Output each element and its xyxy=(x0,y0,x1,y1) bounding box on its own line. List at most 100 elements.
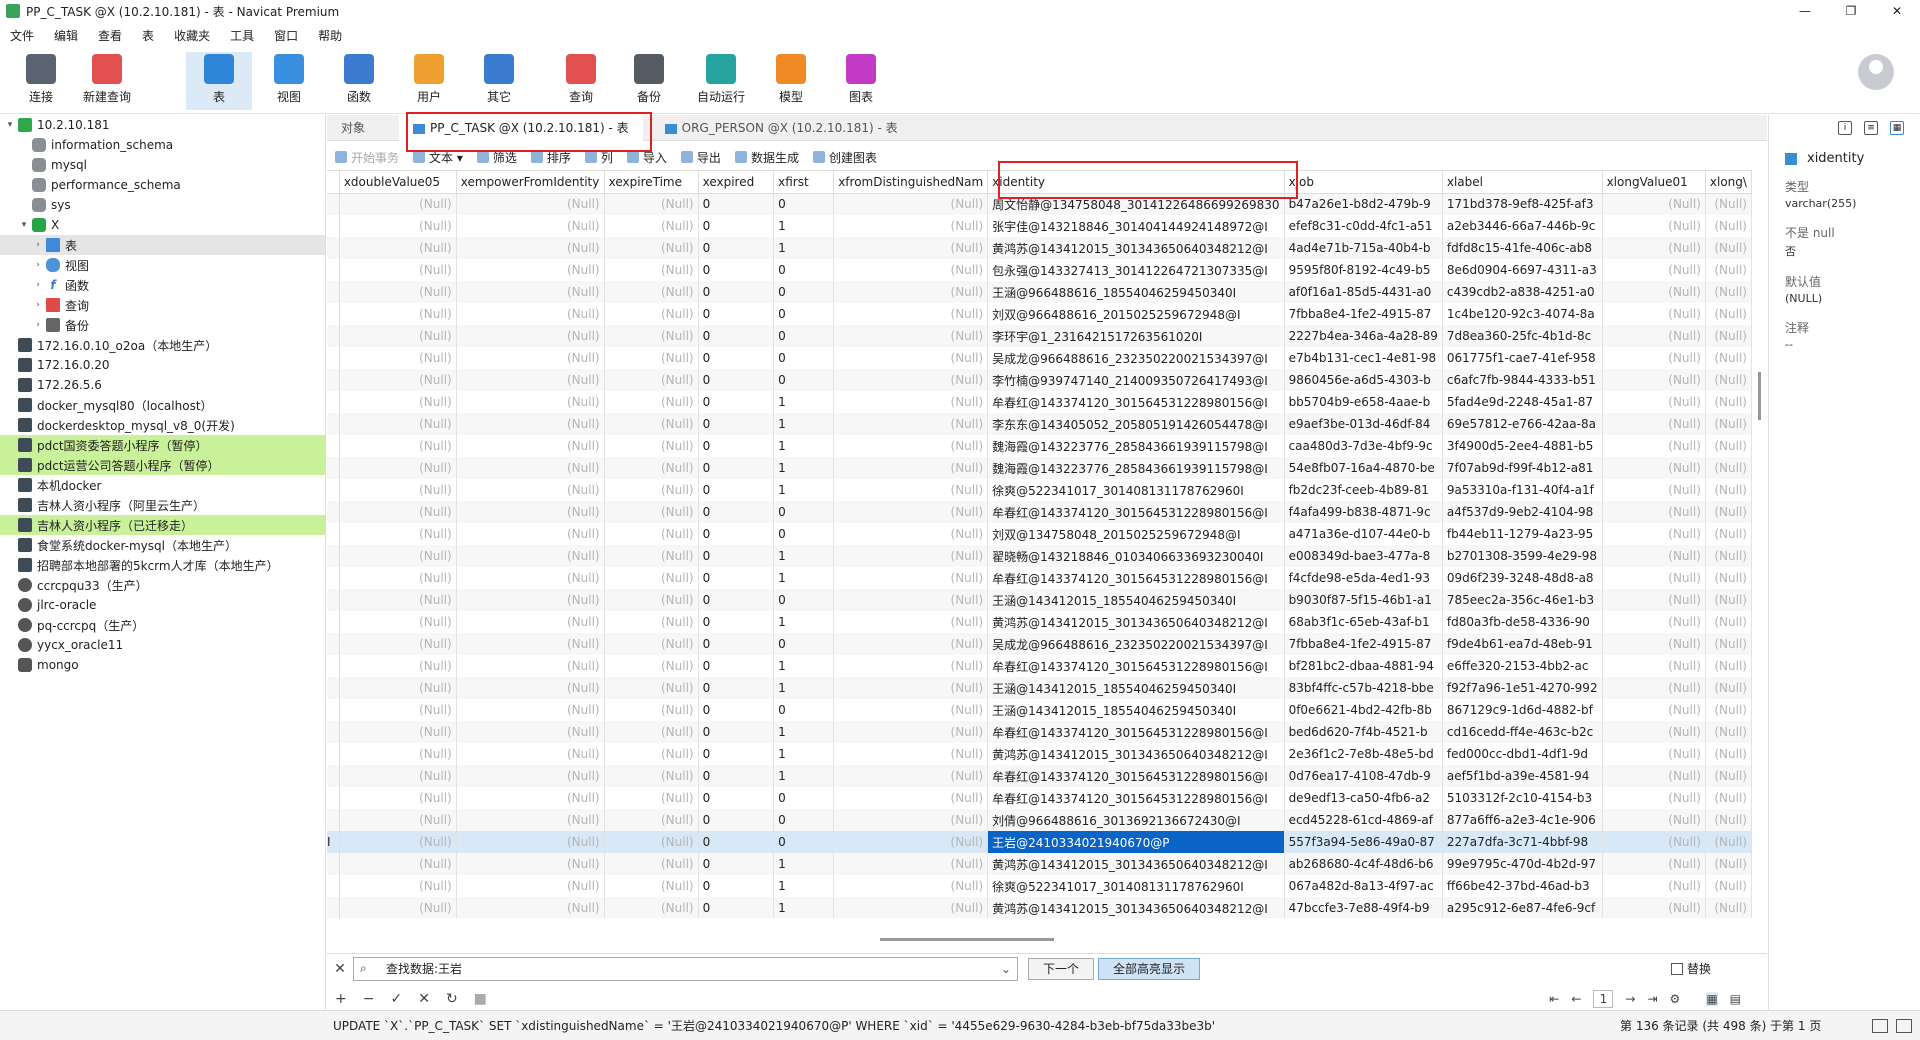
table-cell[interactable]: (Null) xyxy=(833,677,989,699)
table-cell[interactable]: 牟春红@143374120_301564531228980156@I xyxy=(987,501,1285,523)
table-cell[interactable]: (Null) xyxy=(339,303,457,325)
table-cell[interactable]: (Null) xyxy=(1705,435,1752,457)
toolbar-view-button[interactable]: 视图 xyxy=(256,52,322,110)
table-cell[interactable]: e6ffe320-2153-4bb2-ac xyxy=(1442,655,1603,677)
tree-item[interactable]: dockerdesktop_mysql_v8_0(开发) xyxy=(0,415,325,435)
table-cell[interactable]: 0 xyxy=(698,215,775,237)
row-marker[interactable] xyxy=(327,611,340,633)
tree-item[interactable]: docker_mysql80（localhost） xyxy=(0,395,325,415)
table-row[interactable]: (Null) (Null) (Null) 0 1 (Null) 徐爽@522341017_3… xyxy=(327,875,1752,897)
table-cell[interactable]: (Null) xyxy=(456,391,605,413)
row-marker[interactable] xyxy=(327,875,340,897)
table-cell[interactable]: (Null) xyxy=(1705,831,1752,853)
table-cell[interactable]: (Null) xyxy=(1705,325,1752,347)
table-cell[interactable]: 0 xyxy=(698,787,775,809)
table-cell[interactable]: (Null) xyxy=(1602,743,1706,765)
toolbar-connect-button[interactable]: 连接 xyxy=(8,52,74,110)
table-cell[interactable]: (Null) xyxy=(604,589,699,611)
table-cell[interactable]: (Null) xyxy=(833,347,989,369)
tree-item[interactable]: 172.16.0.20 xyxy=(0,355,325,375)
table-cell[interactable]: 7fbba8e4-1fe2-4915-87 xyxy=(1284,633,1443,655)
table-cell[interactable]: 0 xyxy=(773,369,835,391)
table-cell[interactable]: 1 xyxy=(773,237,835,259)
table-cell[interactable]: (Null) xyxy=(1705,369,1752,391)
table-cell[interactable]: (Null) xyxy=(339,721,457,743)
table-row[interactable]: (Null) (Null) (Null) 0 0 (Null) 包永强@143327413_… xyxy=(327,259,1752,281)
table-cell[interactable]: 68ab3f1c-65eb-43af-b1 xyxy=(1284,611,1443,633)
table-cell[interactable]: 0 xyxy=(698,765,775,787)
table-cell[interactable]: (Null) xyxy=(833,325,989,347)
table-cell[interactable]: 魏海霞@143223776_285843661939115798@I xyxy=(987,435,1285,457)
table-cell[interactable]: fb44eb11-1279-4a23-95 xyxy=(1442,523,1603,545)
table-cell[interactable]: fdfd8c15-41fe-406c-ab8 xyxy=(1442,237,1603,259)
table-cell[interactable]: f4cfde98-e5da-4ed1-93 xyxy=(1284,567,1443,589)
table-cell[interactable]: (Null) xyxy=(604,787,699,809)
find-input[interactable]: ⌕ 查找数据:王岩 ⌄ xyxy=(353,956,1018,981)
table-cell[interactable]: (Null) xyxy=(456,193,605,215)
table-row[interactable]: (Null) (Null) (Null) 0 1 (Null) 黄鸿苏@143412015_… xyxy=(327,897,1752,918)
column-header[interactable]: xexpired xyxy=(698,171,775,194)
menu-file[interactable]: 文件 xyxy=(0,27,44,44)
table-cell[interactable]: (Null) xyxy=(1602,347,1706,369)
row-marker[interactable] xyxy=(327,479,340,501)
toolbar-tools-button[interactable]: 其它 xyxy=(466,52,532,110)
table-cell[interactable]: (Null) xyxy=(1602,435,1706,457)
table-cell[interactable]: efef8c31-c0dd-4fc1-a51 xyxy=(1284,215,1443,237)
table-cell[interactable]: (Null) xyxy=(833,853,989,875)
row-marker[interactable] xyxy=(327,391,340,413)
table-cell[interactable]: (Null) xyxy=(1705,897,1752,918)
table-cell[interactable]: 0 xyxy=(773,523,835,545)
table-cell[interactable]: bed6d620-7f4b-4521-b xyxy=(1284,721,1443,743)
table-cell[interactable]: a2eb3446-66a7-446b-9c xyxy=(1442,215,1603,237)
table-cell[interactable]: 王涵@143412015_18554046259450340I xyxy=(987,677,1285,699)
apply-icon[interactable]: ✓ xyxy=(390,991,402,1007)
table-cell[interactable]: (Null) xyxy=(1602,215,1706,237)
table-cell[interactable]: (Null) xyxy=(1705,479,1752,501)
table-row[interactable]: (Null) (Null) (Null) 0 1 (Null) 翟晓畅@143218846_… xyxy=(327,545,1752,567)
table-cell[interactable]: 0 xyxy=(773,281,835,303)
table-cell[interactable]: (Null) xyxy=(456,809,605,831)
toolbar-robot-button[interactable]: 自动运行 xyxy=(688,52,754,110)
replace-checkbox[interactable] xyxy=(1670,962,1683,975)
table-cell[interactable]: 0 xyxy=(773,347,835,369)
table-cell[interactable]: (Null) xyxy=(604,281,699,303)
table-cell[interactable]: (Null) xyxy=(339,237,457,259)
table-cell[interactable]: (Null) xyxy=(604,611,699,633)
tree-item[interactable]: pdct运营公司答题小程序（暂停） xyxy=(0,455,325,475)
horizontal-scrollbar[interactable] xyxy=(880,938,1054,941)
panel-toggle-icon[interactable] xyxy=(1896,1019,1912,1033)
chevron-icon[interactable]: › xyxy=(32,260,44,270)
table-cell[interactable]: (Null) xyxy=(604,215,699,237)
table-cell[interactable]: (Null) xyxy=(1705,281,1752,303)
table-cell[interactable]: 徐爽@522341017_301408131178762960I xyxy=(987,875,1285,897)
table-row[interactable]: (Null) (Null) (Null) 0 1 (Null) 黄鸿苏@143412015_… xyxy=(327,611,1752,633)
table-cell[interactable]: (Null) xyxy=(833,281,989,303)
table-cell[interactable]: (Null) xyxy=(339,853,457,875)
table-cell[interactable]: 0 xyxy=(698,743,775,765)
table-cell[interactable]: (Null) xyxy=(1602,501,1706,523)
table-cell[interactable]: (Null) xyxy=(833,259,989,281)
table-cell[interactable]: (Null) xyxy=(833,875,989,897)
table-row[interactable]: (Null) (Null) (Null) 0 0 (Null) 刘双@134758048_2… xyxy=(327,523,1752,545)
highlight-all-button[interactable]: 全部高亮显示 xyxy=(1098,957,1201,980)
table-cell[interactable]: (Null) xyxy=(1602,523,1706,545)
table-row[interactable]: (Null) (Null) (Null) 0 1 (Null) 牟春红@143374120_… xyxy=(327,391,1752,413)
table-cell[interactable]: bb5704b9-e658-4aae-b xyxy=(1284,391,1443,413)
delete-record-icon[interactable]: − xyxy=(363,991,375,1007)
subtoolbar-button[interactable]: 排序 xyxy=(530,149,571,166)
table-cell[interactable]: (Null) xyxy=(339,369,457,391)
table-cell[interactable]: 061775f1-cae7-41ef-958 xyxy=(1442,347,1603,369)
table-cell[interactable]: (Null) xyxy=(1705,545,1752,567)
tree-item[interactable]: › 表 xyxy=(0,235,325,255)
table-cell[interactable]: (Null) xyxy=(1602,413,1706,435)
table-cell[interactable]: (Null) xyxy=(1705,853,1752,875)
table-cell[interactable]: (Null) xyxy=(1705,237,1752,259)
row-marker[interactable] xyxy=(327,523,340,545)
table-cell[interactable]: c439cdb2-a838-4251-a0 xyxy=(1442,281,1603,303)
table-cell[interactable]: (Null) xyxy=(1705,413,1752,435)
table-cell[interactable]: (Null) xyxy=(833,809,989,831)
table-cell[interactable]: (Null) xyxy=(1602,897,1706,918)
table-cell[interactable]: 牟春红@143374120_301564531228980156@I xyxy=(987,655,1285,677)
table-cell[interactable]: f4afa499-b838-4871-9c xyxy=(1284,501,1443,523)
table-cell[interactable]: (Null) xyxy=(1602,809,1706,831)
